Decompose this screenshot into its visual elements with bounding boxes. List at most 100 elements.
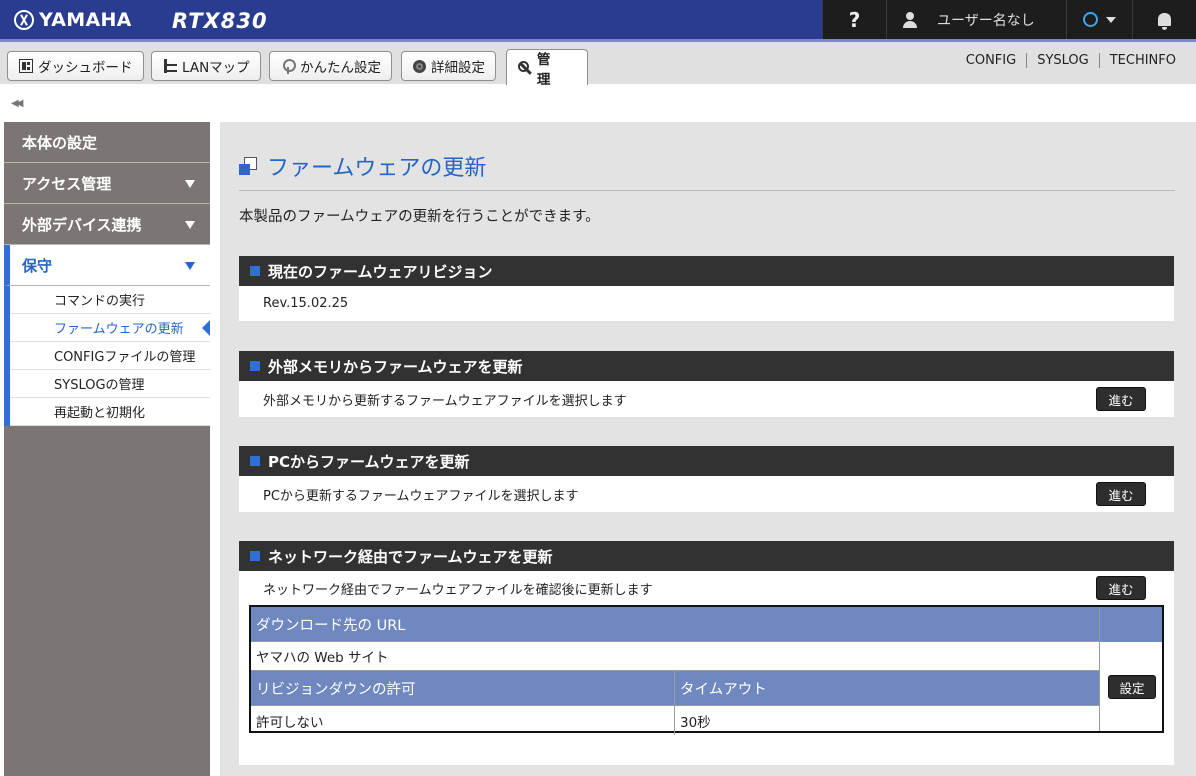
square-bullet-icon — [250, 551, 260, 561]
page-title-text: ファームウェアの更新 — [267, 156, 487, 181]
firmware-revision-value: Rev.15.02.25 — [263, 296, 349, 311]
pc-proceed-button[interactable]: 進む — [1096, 482, 1146, 506]
section-text: ネットワーク経由でファームウェアファイルを確認後に更新します — [263, 582, 653, 598]
network-proceed-button[interactable]: 進む — [1096, 576, 1146, 600]
caret-down-icon — [185, 180, 195, 188]
section-body: Rev.15.02.25 — [239, 286, 1174, 321]
gear-icon — [413, 59, 426, 73]
dashboard-icon — [19, 59, 33, 73]
section-body: PCから更新するファームウェアファイルを選択します 進む — [239, 476, 1174, 512]
tab-lan-map[interactable]: LANマップ — [151, 51, 261, 81]
tab-dashboard[interactable]: ダッシュボード — [7, 51, 144, 81]
sidebar-item-maintenance[interactable]: 保守 — [4, 245, 210, 286]
square-bullet-icon — [250, 361, 260, 371]
settings-action-column: 設定 — [1099, 607, 1162, 731]
link-syslog[interactable]: SYSLOG — [1026, 53, 1099, 68]
submenu-command[interactable]: コマンドの実行 — [10, 286, 210, 314]
page-description: 本製品のファームウェアの更新を行うことができます。 — [239, 209, 600, 225]
square-bullet-icon — [250, 266, 260, 276]
section-heading-text: PCからファームウェアを更新 — [268, 452, 470, 471]
title-divider — [239, 190, 1175, 191]
yamaha-tuning-fork-icon — [14, 10, 34, 30]
sidebar-item-label: アクセス管理 — [22, 174, 112, 193]
chevron-down-icon — [1106, 16, 1116, 23]
maintenance-submenu: コマンドの実行 ファームウェアの更新 CONFIGファイルの管理 SYSLOGの… — [4, 286, 210, 426]
tab-advanced-label: 詳細設定 — [431, 60, 485, 76]
top-header: YAMAHA RTX830 ? ユーザー名なし — [0, 0, 1196, 42]
user-menu[interactable]: ユーザー名なし — [886, 0, 1066, 39]
app-window: YAMAHA RTX830 ? ユーザー名なし ダッシュボード LANマップ か… — [0, 0, 1196, 776]
bell-icon — [1158, 13, 1171, 30]
sidebar-item-access[interactable]: アクセス管理 — [4, 163, 210, 204]
tab-management-label: 管 理 — [536, 51, 564, 88]
yamaha-logo: YAMAHA — [14, 9, 132, 31]
tab-lan-map-label: LANマップ — [182, 60, 250, 76]
page-title: ファームウェアの更新 — [239, 150, 486, 182]
section-pc: PCからファームウェアを更新 PCから更新するファームウェアファイルを選択します… — [239, 446, 1174, 512]
caret-down-icon — [185, 262, 195, 270]
tab-easy-setup-label: かんたん設定 — [300, 60, 381, 76]
url-header: ダウンロード先の URL — [251, 607, 1099, 642]
section-network: ネットワーク経由でファームウェアを更新 ネットワーク経由でファームウェアファイル… — [239, 541, 1174, 765]
help-button[interactable]: ? — [822, 0, 886, 39]
section-current-revision: 現在のファームウェアリビジョン Rev.15.02.25 — [239, 256, 1174, 321]
section-heading: 外部メモリからファームウェアを更新 — [239, 351, 1174, 381]
sidebar-item-label: 保守 — [22, 256, 53, 275]
status-ring-icon — [1083, 12, 1098, 27]
action-header — [1100, 607, 1162, 642]
wrench-icon — [518, 60, 532, 75]
revision-down-value: 許可しない — [251, 706, 675, 735]
sidebar: 本体の設定 アクセス管理 外部デバイス連携 保守 コマンドの実行 ファームウェア… — [4, 122, 210, 776]
sidebar-item-external-device[interactable]: 外部デバイス連携 — [4, 204, 210, 245]
main-toolbar: ダッシュボード LANマップ かんたん設定 詳細設定 管 理 CONFIG SY… — [0, 42, 1196, 88]
section-text: 外部メモリから更新するファームウェアファイルを選択します — [263, 393, 627, 409]
sidebar-item-device-settings[interactable]: 本体の設定 — [4, 122, 210, 163]
square-bullet-icon — [250, 456, 260, 466]
tab-advanced[interactable]: 詳細設定 — [401, 51, 496, 81]
network-settings-table: ダウンロード先の URL ヤマハの Web サイト リビジョンダウンの許可 タイ… — [249, 605, 1164, 735]
settings-columns: ダウンロード先の URL ヤマハの Web サイト リビジョンダウンの許可 タイ… — [251, 607, 1099, 735]
external-memory-proceed-button[interactable]: 進む — [1096, 387, 1146, 411]
network-settings-button[interactable]: 設定 — [1108, 675, 1156, 699]
tab-easy-setup[interactable]: かんたん設定 — [269, 51, 392, 81]
section-body: ネットワーク経由でファームウェアファイルを確認後に更新します 進む ダウンロード… — [239, 571, 1174, 765]
lan-map-icon — [163, 59, 177, 73]
submenu-firmware-update[interactable]: ファームウェアの更新 — [10, 314, 210, 342]
timeout-value: 30秒 — [680, 714, 711, 731]
network-row: ネットワーク経由でファームウェアファイルを確認後に更新します 進む — [249, 571, 1164, 605]
section-heading: PCからファームウェアを更新 — [239, 446, 1174, 476]
sidebar-item-label: 本体の設定 — [22, 133, 98, 152]
caret-down-icon — [185, 221, 195, 229]
user-label: ユーザー名なし — [937, 12, 1035, 29]
section-heading-text: ネットワーク経由でファームウェアを更新 — [268, 547, 553, 566]
section-heading: ネットワーク経由でファームウェアを更新 — [239, 541, 1174, 571]
submenu-restart-init[interactable]: 再起動と初期化 — [10, 398, 210, 426]
main-content: ファームウェアの更新 本製品のファームウェアの更新を行うことができます。 現在の… — [220, 122, 1196, 776]
model-name: RTX830 — [172, 9, 268, 33]
tab-management[interactable]: 管 理 — [506, 49, 588, 88]
link-techinfo[interactable]: TECHINFO — [1098, 53, 1186, 68]
submenu-config-files[interactable]: CONFIGファイルの管理 — [10, 342, 210, 370]
easy-setup-icon — [281, 59, 296, 74]
status-dropdown[interactable] — [1066, 0, 1132, 39]
section-text: PCから更新するファームウェアファイルを選択します — [263, 488, 579, 504]
user-icon — [903, 11, 917, 28]
section-heading-text: 外部メモリからファームウェアを更新 — [268, 357, 523, 376]
section-heading-text: 現在のファームウェアリビジョン — [268, 262, 493, 281]
section-body: 外部メモリから更新するファームウェアファイルを選択します 進む — [239, 381, 1174, 417]
section-external-memory: 外部メモリからファームウェアを更新 外部メモリから更新するファームウェアファイル… — [239, 351, 1174, 417]
submenu-syslog[interactable]: SYSLOGの管理 — [10, 370, 210, 398]
url-value: ヤマハの Web サイト — [251, 642, 1099, 671]
utility-links: CONFIG SYSLOG TECHINFO — [956, 53, 1186, 68]
timeout-header: タイムアウト — [675, 671, 1099, 706]
revision-down-header: リビジョンダウンの許可 — [251, 671, 675, 706]
notification-button[interactable] — [1132, 0, 1196, 39]
header-controls: ? ユーザー名なし — [822, 0, 1196, 39]
section-heading: 現在のファームウェアリビジョン — [239, 256, 1174, 286]
firmware-panel: ファームウェアの更新 本製品のファームウェアの更新を行うことができます。 現在の… — [239, 122, 1175, 765]
page-title-icon — [239, 157, 257, 175]
sidebar-item-label: 外部デバイス連携 — [22, 215, 142, 234]
tab-dashboard-label: ダッシュボード — [38, 60, 133, 76]
link-config[interactable]: CONFIG — [956, 53, 1026, 68]
collapse-sidebar-button[interactable]: ◀◀ — [11, 98, 24, 109]
